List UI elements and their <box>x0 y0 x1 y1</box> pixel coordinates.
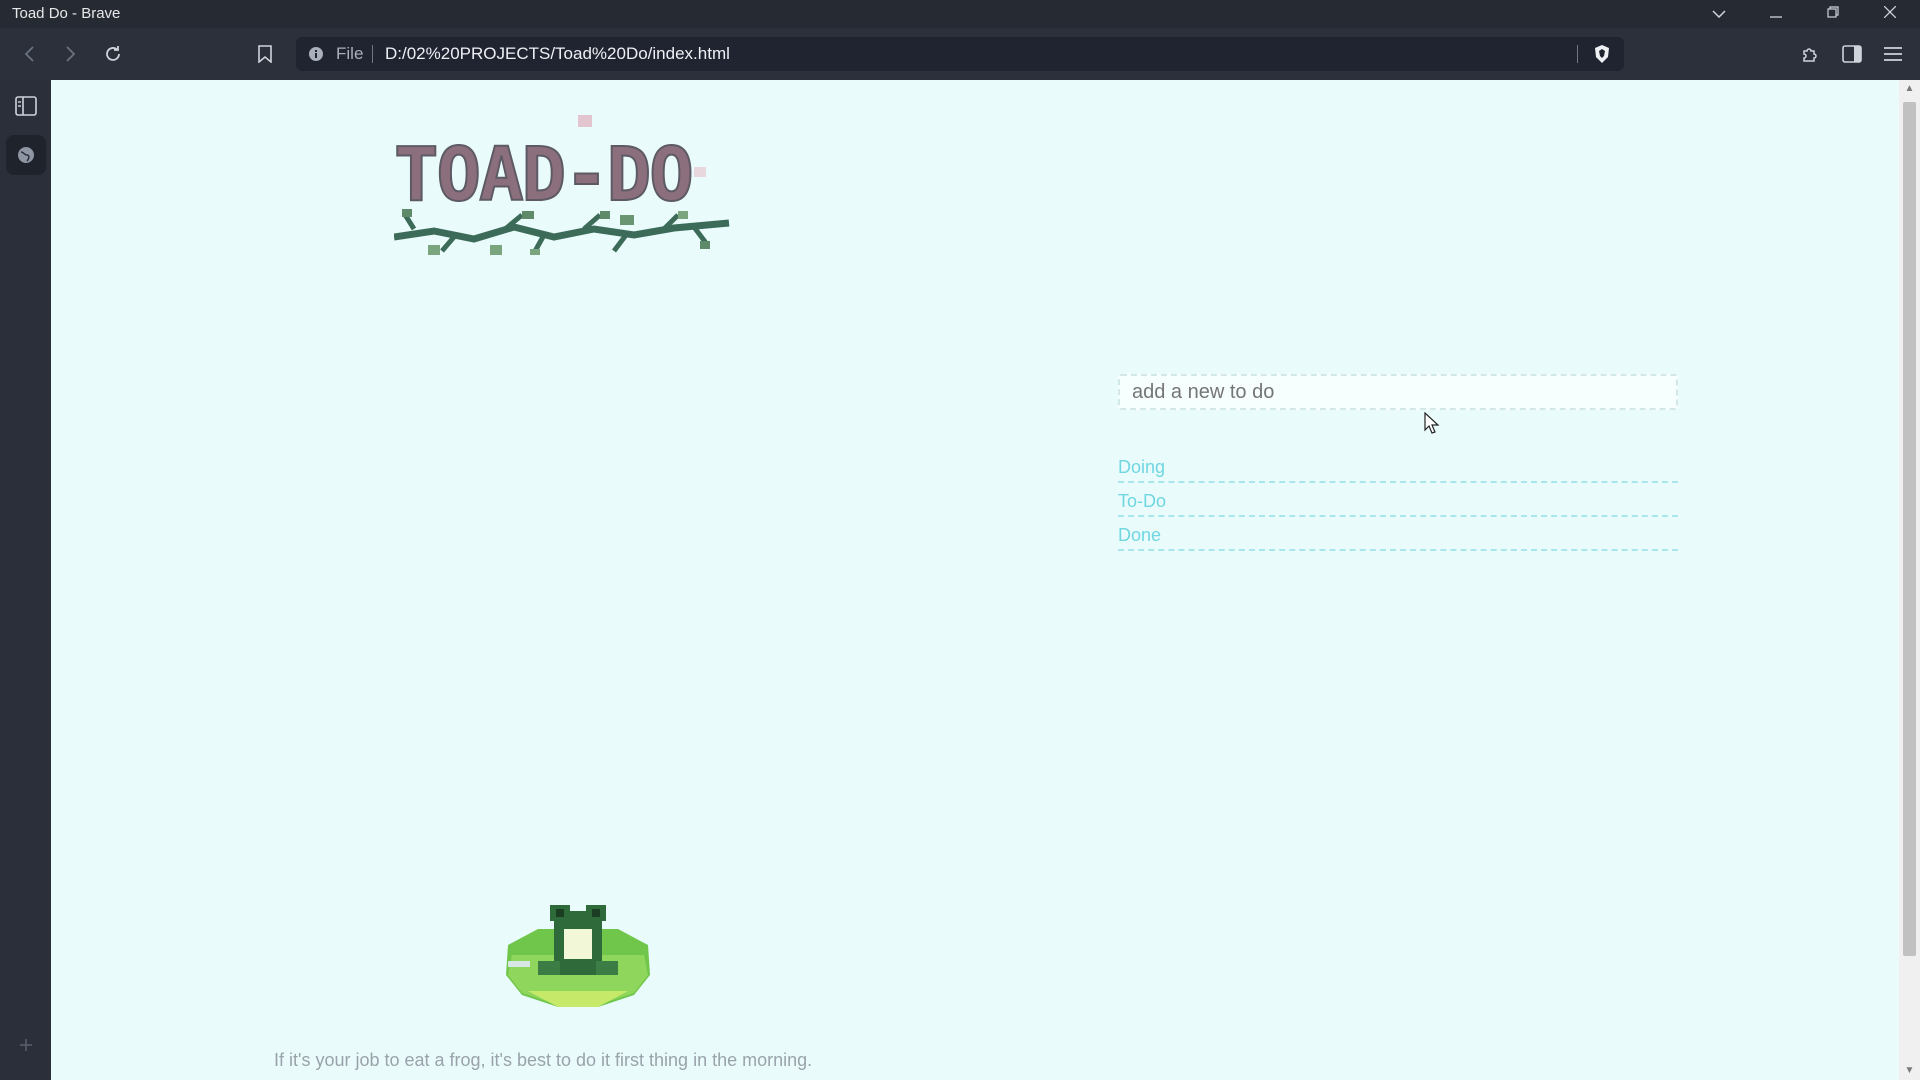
sidebar-toggle-icon[interactable] <box>1836 38 1868 70</box>
section-doing-label: Doing <box>1118 457 1166 477</box>
url-separator <box>372 45 373 63</box>
scroll-down-arrow-icon[interactable]: ▼ <box>1899 1062 1920 1080</box>
page-viewport: TOAD-DO Doing To-Do Done <box>51 80 1920 1080</box>
brave-shields-icon[interactable] <box>1592 44 1612 69</box>
section-done[interactable]: Done <box>1118 521 1678 551</box>
window-titlebar: Toad Do - Brave <box>0 0 1920 28</box>
scroll-up-arrow-icon[interactable]: ▲ <box>1899 80 1920 98</box>
tab-search-chevron-icon[interactable] <box>1697 2 1741 26</box>
address-bar[interactable]: File D:/02%20PROJECTS/Toad%20Do/index.ht… <box>296 37 1624 71</box>
section-done-label: Done <box>1118 525 1162 545</box>
close-icon[interactable] <box>1868 2 1912 26</box>
browser-sidebar <box>0 80 51 1080</box>
bookmark-icon[interactable] <box>249 38 281 70</box>
sidebar-panel-icon[interactable] <box>6 86 46 126</box>
logo-text: TOAD-DO <box>394 132 692 218</box>
frog-quote: If it's your job to eat a frog, it's bes… <box>274 1050 813 1070</box>
restore-icon[interactable] <box>1811 2 1855 26</box>
extensions-icon[interactable] <box>1794 38 1826 70</box>
url-separator-right <box>1577 45 1578 63</box>
section-todo[interactable]: To-Do <box>1118 487 1678 517</box>
section-doing[interactable]: Doing <box>1118 453 1678 483</box>
site-info-icon[interactable] <box>308 46 324 67</box>
sidebar-add-icon[interactable] <box>6 1025 46 1065</box>
minimize-icon[interactable] <box>1754 2 1798 26</box>
page-scrollbar[interactable]: ▲ ▼ <box>1899 80 1920 1080</box>
back-arrow-icon[interactable] <box>14 38 46 70</box>
section-todo-label: To-Do <box>1118 491 1167 511</box>
new-todo-input[interactable] <box>1118 374 1678 410</box>
url-scheme-label: File <box>336 44 364 63</box>
reload-icon[interactable] <box>97 38 129 70</box>
forward-arrow-icon[interactable] <box>54 38 86 70</box>
frog-on-lily-pad-image <box>498 895 658 1025</box>
scrollbar-thumb[interactable] <box>1903 102 1916 956</box>
window-title: Toad Do - Brave <box>12 5 121 22</box>
mouse-cursor-icon <box>1424 411 1440 436</box>
menu-icon[interactable] <box>1877 38 1909 70</box>
browser-toolbar: File D:/02%20PROJECTS/Toad%20Do/index.ht… <box>0 28 1920 80</box>
sidebar-globe-icon[interactable] <box>6 135 46 175</box>
toad-do-logo: TOAD-DO <box>393 115 734 255</box>
url-text[interactable]: D:/02%20PROJECTS/Toad%20Do/index.html <box>385 44 730 64</box>
